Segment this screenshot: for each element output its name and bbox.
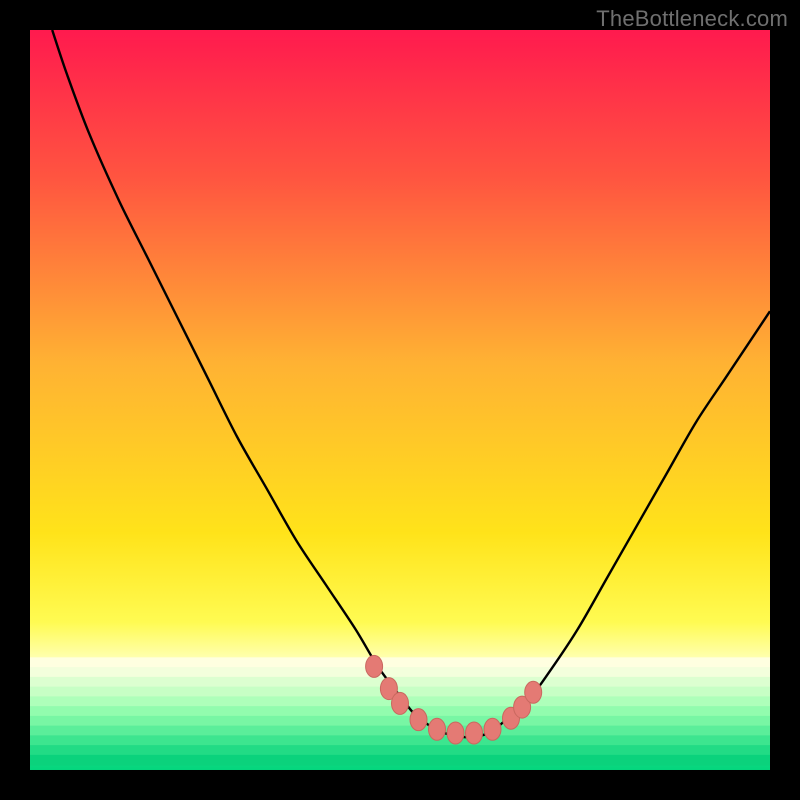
plot-area: [30, 30, 770, 770]
marker-point: [429, 718, 446, 740]
chart-svg: [30, 30, 770, 770]
marker-point: [484, 718, 501, 740]
marker-point: [366, 655, 383, 677]
watermark-text: TheBottleneck.com: [596, 6, 788, 32]
marker-point: [447, 722, 464, 744]
marker-point: [410, 709, 427, 731]
chart-frame: TheBottleneck.com: [0, 0, 800, 800]
marker-point: [466, 722, 483, 744]
marker-point: [525, 681, 542, 703]
marker-point: [392, 692, 409, 714]
